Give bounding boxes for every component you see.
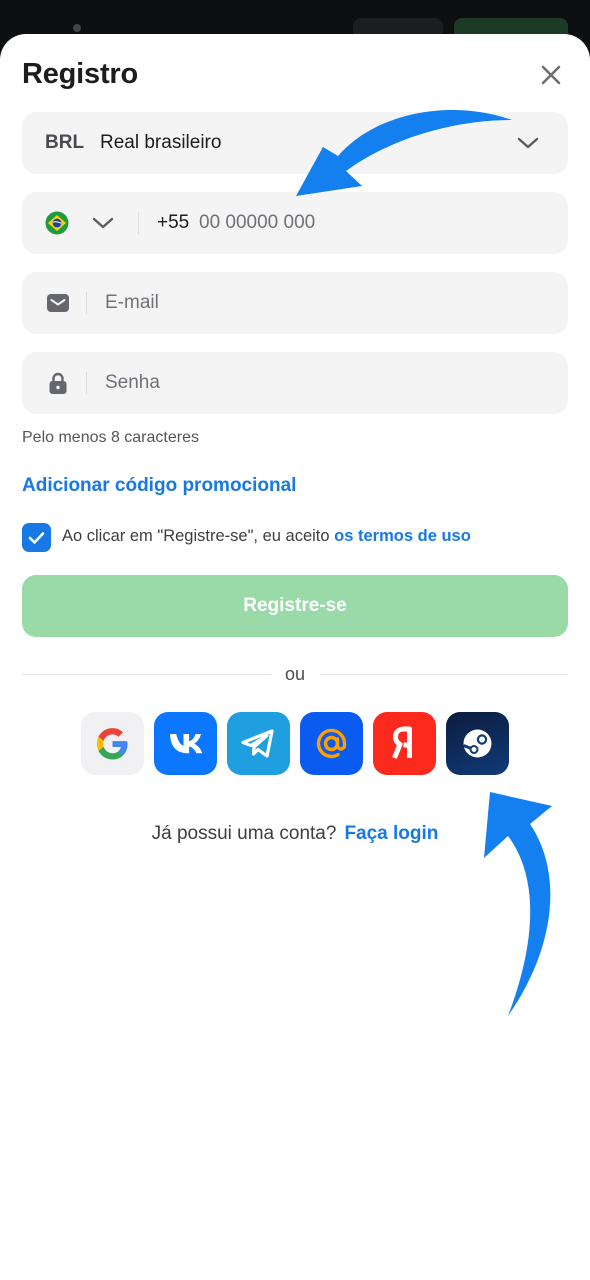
divider-right [320,674,568,675]
telegram-icon [241,729,274,758]
register-button[interactable]: Registre-se [22,575,568,637]
registration-modal: Registro BRL Real brasileiro +55 00 0000… [0,34,590,1280]
divider [86,292,87,314]
yandex-login-button[interactable] [373,712,436,775]
mail-icon [47,294,69,312]
terms-text: Ao clicar em "Registre-se", eu aceito os… [62,527,471,546]
phone-field: +55 [22,192,568,254]
brazil-flag-icon[interactable] [45,211,69,235]
close-icon[interactable] [538,62,564,88]
terms-of-use-link[interactable]: os termos de uso [334,527,471,545]
email-field [22,272,568,334]
currency-code: BRL [45,132,85,153]
country-chevron-down-icon[interactable] [92,214,114,232]
login-prompt: Já possui uma conta? Faça login [0,823,590,845]
google-login-button[interactable] [81,712,144,775]
add-promo-code-link[interactable]: Adicionar código promocional [22,475,296,497]
terms-label: Ao clicar em "Registre-se", eu aceito [62,527,330,545]
mailru-login-button[interactable] [300,712,363,775]
steam-icon [462,729,492,758]
lock-icon [49,372,67,394]
google-icon [96,728,128,760]
email-input[interactable] [105,290,535,316]
vk-icon [170,734,203,754]
vk-login-button[interactable] [154,712,217,775]
currency-name: Real brasileiro [100,132,222,153]
terms-checkbox[interactable] [22,523,51,552]
checkmark-icon [28,532,45,544]
login-question: Já possui uma conta? [151,823,337,844]
password-input[interactable] [105,370,535,396]
status-dot [73,24,81,32]
chevron-down-icon [517,137,539,149]
steam-login-button[interactable] [446,712,509,775]
yandex-icon [392,726,412,759]
modal-title: Registro [22,58,139,90]
currency-select[interactable]: BRL Real brasileiro [22,112,568,174]
password-hint: Pelo menos 8 caracteres [22,429,199,446]
phone-prefix: +55 [157,212,190,233]
login-link[interactable]: Faça login [344,823,438,844]
phone-input[interactable] [199,210,539,236]
password-field [22,352,568,414]
mailru-icon [316,728,347,759]
divider [86,372,87,394]
divider [138,212,139,234]
telegram-login-button[interactable] [227,712,290,775]
